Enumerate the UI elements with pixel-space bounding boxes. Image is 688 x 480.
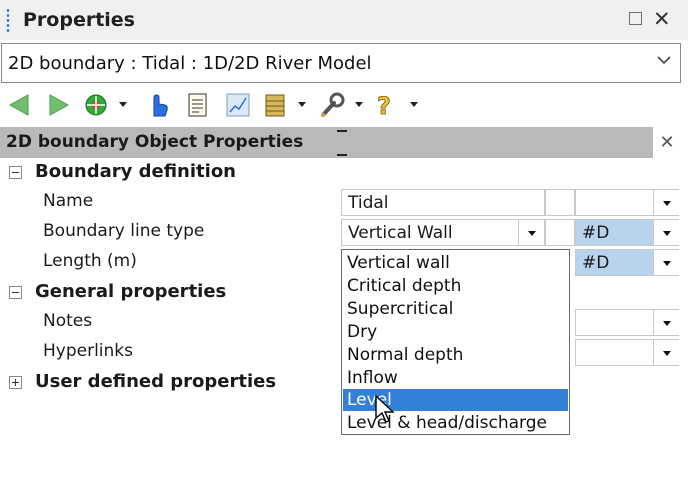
collapse-icon[interactable] [9,286,22,299]
dropdown-option[interactable]: Supercritical [343,298,568,320]
name-flag-cell[interactable] [545,189,575,216]
group-label: Boundary definition [35,161,236,182]
chart-icon[interactable] [225,90,251,120]
panel-titlebar: Properties ✕ [0,0,688,40]
property-label: Length (m) [43,251,137,271]
database-dropdown-icon[interactable] [298,102,306,107]
back-arrow-icon[interactable] [6,90,32,120]
boundary-line-type-flag-spacer [545,219,575,246]
collapse-icon[interactable] [9,166,22,179]
action-icon[interactable] [84,90,110,120]
boundary-line-type-select[interactable]: Vertical Wall [341,219,545,246]
group-label: General properties [35,281,227,302]
chevron-down-icon[interactable] [518,220,544,245]
property-label: Name [43,191,94,211]
section-title: 2D boundary Object Properties [6,132,304,152]
help-icon[interactable]: ? [374,90,398,120]
group-boundary-definition[interactable]: Boundary definition [0,158,688,188]
group-label: User defined properties [35,371,277,392]
chevron-down-icon[interactable] [656,52,672,68]
flag-value: #D [582,253,610,273]
section-header: 2D boundary Object Properties [0,127,653,158]
boundary-line-type-value: Vertical Wall [348,223,453,243]
chevron-down-icon[interactable] [653,190,679,215]
name-flag-select[interactable] [575,189,679,216]
toolbar: ? [0,86,688,124]
help-dropdown-icon[interactable] [410,102,418,107]
name-value: Tidal [348,193,389,213]
flag-value: #D [582,223,610,243]
database-icon[interactable] [262,90,288,120]
document-icon[interactable] [186,90,210,120]
chevron-down-icon[interactable] [653,220,679,245]
close-icon[interactable]: ✕ [653,5,671,33]
wrench-dropdown-icon[interactable] [355,102,363,107]
restore-window-icon[interactable] [629,12,642,25]
property-label: Hyperlinks [43,341,134,361]
dropdown-option[interactable]: Critical depth [343,275,568,297]
name-field[interactable]: Tidal [341,189,545,216]
boundary-line-type-flag-select[interactable]: #D [575,219,679,246]
action-dropdown-icon[interactable] [119,102,127,107]
property-label: Notes [43,311,93,331]
section-close-icon[interactable]: ✕ [656,132,678,154]
chevron-down-icon[interactable] [653,250,679,275]
panel-title: Properties [23,9,135,31]
mouse-cursor-icon [375,395,395,423]
dropdown-option[interactable]: Normal depth [343,344,568,366]
chevron-down-icon[interactable] [653,310,679,335]
hyperlinks-select[interactable] [575,339,679,366]
chevron-down-icon[interactable] [653,340,679,365]
forward-arrow-icon[interactable] [46,90,72,120]
expand-icon[interactable] [9,376,22,389]
length-flag-select[interactable]: #D [575,249,679,276]
property-label: Boundary line type [43,221,205,241]
dropdown-option[interactable]: Dry [343,321,568,343]
object-selector-value: 2D boundary : Tidal : 1D/2D River Model [8,53,372,74]
wrench-icon[interactable] [318,90,346,120]
dropdown-option[interactable]: Vertical wall [343,252,568,274]
object-selector[interactable]: 2D boundary : Tidal : 1D/2D River Model [1,43,681,83]
pointer-hand-icon[interactable] [145,90,171,120]
drag-grip-icon[interactable] [6,8,10,32]
svg-text:?: ? [377,92,391,120]
dropdown-option[interactable]: Inflow [343,367,568,389]
notes-select[interactable] [575,309,679,336]
